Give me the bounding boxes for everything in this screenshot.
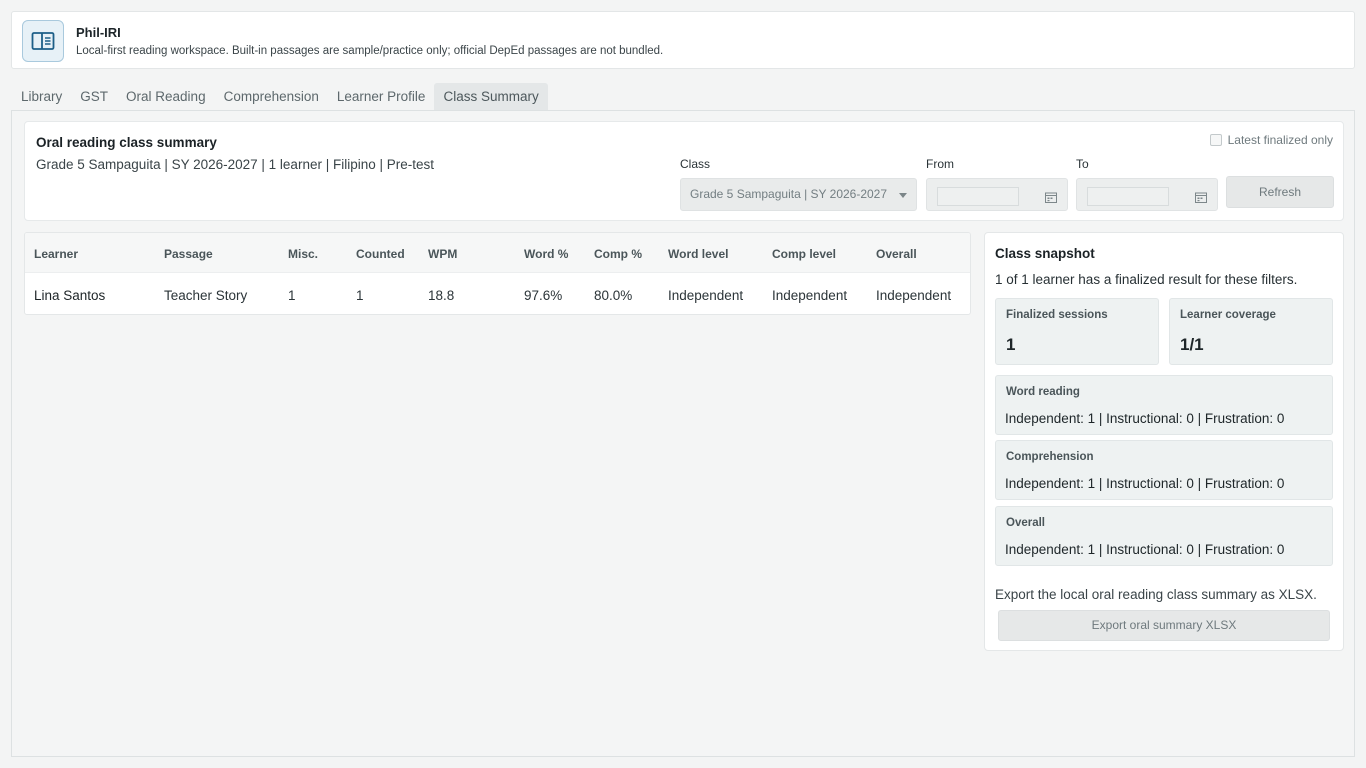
book-icon — [22, 20, 64, 62]
column-header-misc[interactable]: Misc. — [288, 247, 318, 261]
class-snapshot-card: Class snapshot 1 of 1 learner has a fina… — [984, 232, 1344, 651]
cell-word-pct: 97.6% — [524, 288, 563, 303]
word-reading-stat: Word reading Independent: 1 | Instructio… — [995, 375, 1333, 435]
filter-card: Oral reading class summary Grade 5 Sampa… — [24, 121, 1344, 221]
cell-word-level: Independent — [668, 288, 744, 303]
tab-bar: Library GST Oral Reading Comprehension L… — [11, 83, 548, 110]
column-header-word-pct[interactable]: Word % — [524, 247, 568, 261]
cell-wpm: 18.8 — [428, 288, 455, 303]
column-header-word-level[interactable]: Word level — [668, 247, 728, 261]
finalized-sessions-stat: Finalized sessions 1 — [995, 298, 1159, 365]
from-label: From — [926, 157, 954, 171]
column-header-passage[interactable]: Passage — [164, 247, 213, 261]
learner-coverage-value: 1/1 — [1180, 335, 1204, 354]
to-label: To — [1076, 157, 1089, 171]
column-header-counted[interactable]: Counted — [356, 247, 405, 261]
finalized-sessions-value: 1 — [1006, 335, 1016, 354]
class-summary-panel: Oral reading class summary Grade 5 Sampa… — [11, 110, 1355, 757]
table-row[interactable]: Lina Santos Teacher Story 1 1 18.8 97.6%… — [25, 272, 970, 314]
tab-comprehension[interactable]: Comprehension — [215, 83, 328, 110]
cell-misc: 1 — [288, 288, 296, 303]
summary-subtitle: Grade 5 Sampaguita | SY 2026-2027 | 1 le… — [36, 157, 434, 172]
finalized-sessions-label: Finalized sessions — [1006, 309, 1108, 321]
cell-counted: 1 — [356, 288, 364, 303]
cell-comp-level: Independent — [772, 288, 848, 303]
tab-learner-profile[interactable]: Learner Profile — [328, 83, 435, 110]
from-date-input[interactable] — [937, 187, 1019, 206]
calendar-icon[interactable] — [1195, 190, 1207, 208]
app-header: Phil-IRI Local-first reading workspace. … — [11, 11, 1355, 69]
class-select[interactable]: Grade 5 Sampaguita | SY 2026-2027 — [680, 178, 917, 211]
column-header-comp-pct[interactable]: Comp % — [594, 247, 642, 261]
latest-finalized-checkbox[interactable] — [1209, 134, 1222, 146]
tab-class-summary[interactable]: Class Summary — [434, 83, 548, 110]
app-title: Phil-IRI — [76, 25, 121, 40]
cell-overall: Independent — [876, 288, 952, 303]
to-date-field[interactable] — [1076, 178, 1218, 211]
export-xlsx-button[interactable]: Export oral summary XLSX — [998, 610, 1330, 641]
learner-coverage-stat: Learner coverage 1/1 — [1169, 298, 1333, 365]
overall-stat: Overall Independent: 1 | Instructional: … — [995, 506, 1333, 566]
snapshot-title: Class snapshot — [995, 246, 1095, 261]
class-label: Class — [680, 157, 711, 171]
cell-comp-pct: 80.0% — [594, 288, 633, 303]
comprehension-distribution: Independent: 1 | Instructional: 0 | Frus… — [1005, 476, 1285, 491]
summary-table: Learner Passage Misc. Counted WPM Word %… — [24, 232, 971, 315]
column-header-overall[interactable]: Overall — [876, 247, 917, 261]
comprehension-stat: Comprehension Independent: 1 | Instructi… — [995, 440, 1333, 500]
latest-finalized-label: Latest finalized only — [1227, 133, 1333, 147]
app-subtitle: Local-first reading workspace. Built-in … — [76, 45, 664, 57]
column-header-comp-level[interactable]: Comp level — [772, 247, 836, 261]
comprehension-label: Comprehension — [1006, 451, 1094, 463]
table-header: Learner Passage Misc. Counted WPM Word %… — [25, 233, 970, 272]
overall-label: Overall — [1006, 517, 1045, 529]
tab-library[interactable]: Library — [11, 83, 71, 110]
tab-gst[interactable]: GST — [71, 83, 117, 110]
latest-finalized-toggle[interactable]: Latest finalized only — [1209, 133, 1333, 147]
from-date-field[interactable] — [926, 178, 1068, 211]
summary-title: Oral reading class summary — [36, 135, 217, 150]
overall-distribution: Independent: 1 | Instructional: 0 | Frus… — [1005, 542, 1285, 557]
column-header-learner[interactable]: Learner — [34, 247, 78, 261]
to-date-input[interactable] — [1087, 187, 1169, 206]
tab-oral-reading[interactable]: Oral Reading — [117, 83, 215, 110]
chevron-down-icon — [899, 193, 907, 198]
snapshot-note: 1 of 1 learner has a finalized result fo… — [995, 272, 1298, 287]
export-note: Export the local oral reading class summ… — [995, 587, 1317, 602]
cell-learner: Lina Santos — [34, 288, 106, 303]
word-reading-label: Word reading — [1006, 386, 1080, 398]
word-reading-distribution: Independent: 1 | Instructional: 0 | Frus… — [1005, 411, 1285, 426]
refresh-button[interactable]: Refresh — [1226, 176, 1334, 208]
calendar-icon[interactable] — [1045, 190, 1057, 208]
cell-passage: Teacher Story — [164, 288, 248, 303]
column-header-wpm[interactable]: WPM — [428, 247, 457, 261]
class-select-value: Grade 5 Sampaguita | SY 2026-2027 — [690, 187, 888, 201]
learner-coverage-label: Learner coverage — [1180, 309, 1276, 321]
